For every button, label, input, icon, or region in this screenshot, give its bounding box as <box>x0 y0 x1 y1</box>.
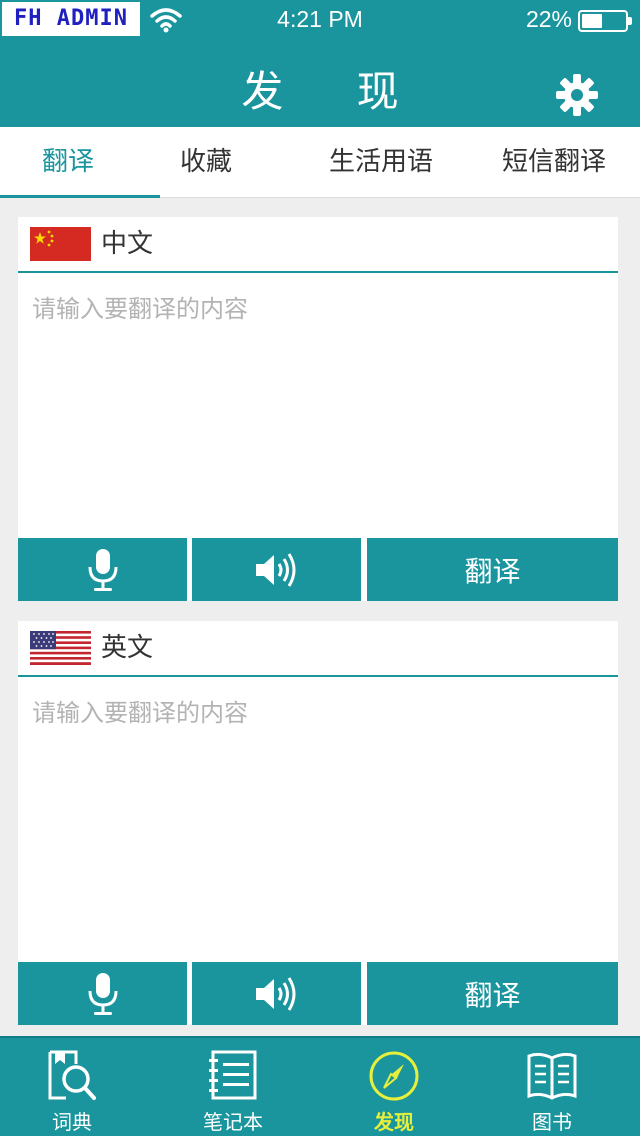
compass-icon <box>369 1051 419 1101</box>
target-action-row: 翻译 <box>18 962 618 1025</box>
target-play-audio-button[interactable] <box>192 962 361 1025</box>
target-language-label: 英文 <box>101 633 154 663</box>
bottom-nav: 词典 笔记本 发现 图书 <box>0 1036 640 1136</box>
source-voice-input-button[interactable] <box>18 538 187 601</box>
microphone-icon <box>88 972 117 1015</box>
target-translate-button[interactable]: 翻译 <box>367 962 618 1025</box>
nav-discover[interactable]: 发现 <box>314 1038 474 1136</box>
status-bar: FH ADMIN 4:21 PM 22% <box>0 0 640 40</box>
source-language-row[interactable]: 中文 <box>18 217 618 273</box>
source-text-input[interactable] <box>18 275 618 537</box>
nav-books[interactable]: 图书 <box>472 1038 632 1136</box>
usa-flag-icon <box>30 631 91 665</box>
source-translate-button[interactable]: 翻译 <box>367 538 618 601</box>
battery-icon <box>578 10 632 32</box>
open-book-icon <box>527 1052 577 1100</box>
battery-percent: 22% <box>525 6 572 32</box>
source-action-row: 翻译 <box>18 538 618 601</box>
gear-icon[interactable] <box>552 70 602 120</box>
dictionary-search-icon <box>48 1050 96 1100</box>
target-panel: 英文 翻译 <box>18 621 618 1025</box>
nav-notebook-label: 笔记本 <box>203 1110 263 1134</box>
tab-daily-phrases[interactable]: 生活用语 <box>306 127 456 197</box>
nav-dictionary-label: 词典 <box>52 1110 92 1134</box>
speaker-icon <box>255 976 295 1011</box>
notebook-icon <box>209 1050 257 1100</box>
tab-translate[interactable]: 翻译 <box>0 127 136 197</box>
page-title: 发 现 <box>241 67 429 116</box>
microphone-icon <box>88 548 117 591</box>
speaker-icon <box>255 552 295 587</box>
app-header: FH ADMIN 4:21 PM 22% 发 现 <box>0 0 640 127</box>
tab-favorites[interactable]: 收藏 <box>136 127 276 197</box>
target-language-row[interactable]: 英文 <box>18 621 618 677</box>
source-language-label: 中文 <box>101 229 154 259</box>
tab-bar: 翻译 收藏 生活用语 短信翻译 <box>0 127 640 198</box>
tab-sms-translate[interactable]: 短信翻译 <box>478 127 630 197</box>
active-tab-indicator <box>0 195 160 198</box>
battery-level <box>582 14 602 28</box>
source-panel: 中文 翻译 <box>18 217 618 601</box>
nav-notebook[interactable]: 笔记本 <box>153 1038 313 1136</box>
target-voice-input-button[interactable] <box>18 962 187 1025</box>
nav-discover-label: 发现 <box>374 1110 414 1134</box>
target-text-input[interactable] <box>18 679 618 961</box>
nav-books-label: 图书 <box>532 1110 572 1134</box>
nav-dictionary[interactable]: 词典 <box>0 1038 152 1136</box>
china-flag-icon <box>30 227 91 261</box>
source-play-audio-button[interactable] <box>192 538 361 601</box>
